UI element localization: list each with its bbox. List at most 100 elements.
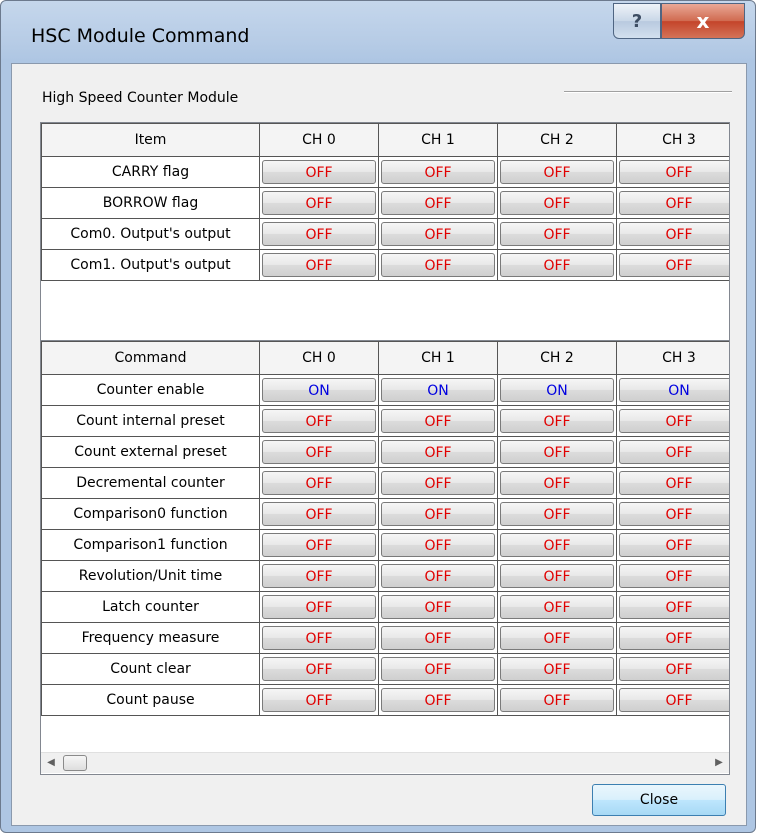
ch1-toggle-button[interactable]: OFF: [381, 688, 495, 712]
ch2-toggle-button[interactable]: OFF: [500, 440, 614, 464]
ch1-toggle-button[interactable]: OFF: [381, 471, 495, 495]
column-header: CH 3: [616, 123, 729, 157]
ch2-toggle-button[interactable]: OFF: [500, 222, 614, 246]
ch1-toggle-button[interactable]: OFF: [381, 564, 495, 588]
ch1-toggle-button[interactable]: ON: [381, 378, 495, 402]
ch0-toggle-button[interactable]: OFF: [262, 191, 376, 215]
command-grid: Command CH 0 CH 1 CH 2 CH 3 Counter enab…: [40, 340, 730, 775]
command-row: Count external preset OFF OFF OFF OFF: [41, 436, 729, 468]
ch3-toggle-button[interactable]: OFF: [619, 564, 729, 588]
channel-cell: OFF: [259, 529, 379, 561]
ch1-toggle-button[interactable]: OFF: [381, 502, 495, 526]
command-horizontal-scrollbar[interactable]: ◀ ▶: [41, 752, 729, 773]
column-header: CH 2: [497, 341, 617, 375]
ch3-toggle-button[interactable]: OFF: [619, 688, 729, 712]
ch0-toggle-button[interactable]: OFF: [262, 595, 376, 619]
channel-cell: OFF: [497, 653, 617, 685]
channel-cell: OFF: [616, 436, 729, 468]
ch0-toggle-button[interactable]: OFF: [262, 657, 376, 681]
channel-cell: OFF: [497, 436, 617, 468]
ch0-toggle-button[interactable]: OFF: [262, 688, 376, 712]
ch3-toggle-button[interactable]: OFF: [619, 471, 729, 495]
ch2-toggle-button[interactable]: OFF: [500, 564, 614, 588]
ch0-toggle-button[interactable]: OFF: [262, 440, 376, 464]
ch3-toggle-button[interactable]: ON: [619, 378, 729, 402]
command-row: Frequency measure OFF OFF OFF OFF: [41, 622, 729, 654]
ch3-toggle-button[interactable]: OFF: [619, 440, 729, 464]
ch3-toggle-button[interactable]: OFF: [619, 160, 729, 184]
ch1-toggle-button[interactable]: OFF: [381, 595, 495, 619]
ch3-toggle-button[interactable]: OFF: [619, 222, 729, 246]
scroll-left-icon[interactable]: ◀: [43, 755, 59, 771]
ch3-toggle-button[interactable]: OFF: [619, 626, 729, 650]
channel-cell: OFF: [259, 436, 379, 468]
row-label: Latch counter: [41, 591, 260, 623]
row-label: CARRY flag: [41, 156, 260, 188]
ch0-toggle-button[interactable]: OFF: [262, 502, 376, 526]
command-row: Revolution/Unit time OFF OFF OFF OFF: [41, 560, 729, 592]
ch0-toggle-button[interactable]: OFF: [262, 253, 376, 277]
ch1-toggle-button[interactable]: OFF: [381, 626, 495, 650]
ch0-toggle-button[interactable]: ON: [262, 378, 376, 402]
ch2-toggle-button[interactable]: OFF: [500, 626, 614, 650]
channel-cell: OFF: [259, 498, 379, 530]
ch1-toggle-button[interactable]: OFF: [381, 160, 495, 184]
ch1-toggle-button[interactable]: OFF: [381, 657, 495, 681]
scroll-thumb[interactable]: [63, 755, 87, 771]
ch2-toggle-button[interactable]: OFF: [500, 471, 614, 495]
row-label: Revolution/Unit time: [41, 560, 260, 592]
command-row: Count clear OFF OFF OFF OFF: [41, 653, 729, 685]
channel-cell: OFF: [259, 405, 379, 437]
ch0-toggle-button[interactable]: OFF: [262, 626, 376, 650]
ch1-toggle-button[interactable]: OFF: [381, 191, 495, 215]
channel-cell: ON: [616, 374, 729, 406]
ch0-toggle-button[interactable]: OFF: [262, 222, 376, 246]
ch0-toggle-button[interactable]: OFF: [262, 533, 376, 557]
row-label: Decremental counter: [41, 467, 260, 499]
ch3-toggle-button[interactable]: OFF: [619, 502, 729, 526]
scroll-right-icon[interactable]: ▶: [711, 755, 727, 771]
channel-cell: OFF: [378, 467, 498, 499]
close-icon: x: [696, 9, 710, 33]
row-label: Frequency measure: [41, 622, 260, 654]
window-title: HSC Module Command: [31, 25, 250, 47]
ch2-toggle-button[interactable]: OFF: [500, 595, 614, 619]
command-row: Count pause OFF OFF OFF OFF: [41, 684, 729, 716]
ch2-toggle-button[interactable]: ON: [500, 378, 614, 402]
ch2-toggle-button[interactable]: OFF: [500, 191, 614, 215]
ch2-toggle-button[interactable]: OFF: [500, 502, 614, 526]
ch3-toggle-button[interactable]: OFF: [619, 657, 729, 681]
ch1-toggle-button[interactable]: OFF: [381, 440, 495, 464]
help-button[interactable]: ?: [613, 3, 661, 39]
ch2-toggle-button[interactable]: OFF: [500, 409, 614, 433]
ch3-toggle-button[interactable]: OFF: [619, 253, 729, 277]
ch1-toggle-button[interactable]: OFF: [381, 533, 495, 557]
ch0-toggle-button[interactable]: OFF: [262, 409, 376, 433]
ch3-toggle-button[interactable]: OFF: [619, 191, 729, 215]
ch2-toggle-button[interactable]: OFF: [500, 253, 614, 277]
ch3-toggle-button[interactable]: OFF: [619, 409, 729, 433]
ch2-toggle-button[interactable]: OFF: [500, 160, 614, 184]
ch3-toggle-button[interactable]: OFF: [619, 595, 729, 619]
ch3-toggle-button[interactable]: OFF: [619, 533, 729, 557]
ch2-toggle-button[interactable]: OFF: [500, 657, 614, 681]
ch0-toggle-button[interactable]: OFF: [262, 471, 376, 495]
channel-cell: OFF: [616, 405, 729, 437]
ch2-toggle-button[interactable]: OFF: [500, 688, 614, 712]
close-button[interactable]: Close: [592, 784, 726, 816]
ch2-toggle-button[interactable]: OFF: [500, 533, 614, 557]
row-label: Count clear: [41, 653, 260, 685]
status-row: Com0. Output's output OFF OFF OFF OFF: [41, 218, 729, 250]
column-header: Command: [41, 341, 260, 375]
channel-cell: OFF: [259, 591, 379, 623]
window-close-button[interactable]: x: [661, 3, 745, 39]
ch0-toggle-button[interactable]: OFF: [262, 564, 376, 588]
command-table: Command CH 0 CH 1 CH 2 CH 3 Counter enab…: [41, 341, 729, 716]
channel-cell: OFF: [378, 405, 498, 437]
ch1-toggle-button[interactable]: OFF: [381, 222, 495, 246]
ch0-toggle-button[interactable]: OFF: [262, 160, 376, 184]
ch1-toggle-button[interactable]: OFF: [381, 253, 495, 277]
row-label: Count external preset: [41, 436, 260, 468]
ch1-toggle-button[interactable]: OFF: [381, 409, 495, 433]
channel-cell: OFF: [616, 591, 729, 623]
